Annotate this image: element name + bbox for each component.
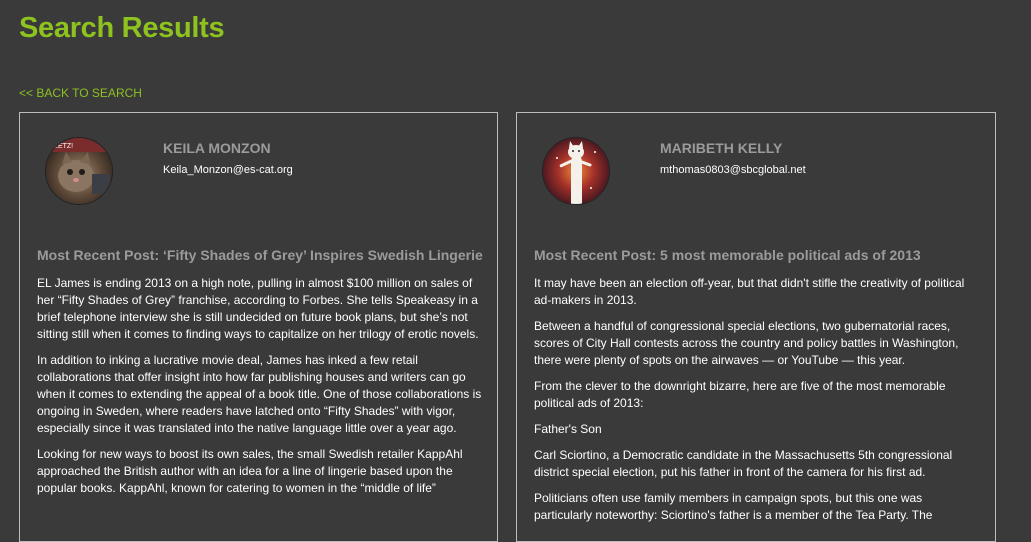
result-card: MARIBETH KELLY mthomas0803@sbcglobal.net… xyxy=(516,112,996,542)
post-paragraph: EL James is ending 2013 on a high note, … xyxy=(37,276,479,341)
page-title: Search Results xyxy=(19,12,225,44)
post-paragraph: Politicians often use family members in … xyxy=(534,491,933,522)
svg-text:FEETZ!: FEETZ! xyxy=(49,143,73,150)
avatar[interactable] xyxy=(542,137,610,205)
kitten-avatar-icon: FEETZ! xyxy=(46,138,112,204)
post-body: EL James is ending 2013 on a high note, … xyxy=(37,275,483,506)
post-paragraph: Between a handful of congressional speci… xyxy=(534,319,959,367)
back-to-search-link[interactable]: << BACK TO SEARCH xyxy=(19,86,142,100)
post-title[interactable]: Most Recent Post: ‘Fifty Shades of Grey’… xyxy=(37,247,485,263)
result-card: FEETZ! KEILA MONZON Keila_Monzon@es-cat.… xyxy=(19,112,498,542)
post-paragraph: In addition to inking a lucrative movie … xyxy=(37,353,482,435)
post-paragraph: It may have been an election off-year, b… xyxy=(534,276,965,307)
post-paragraph: From the clever to the downright bizarre… xyxy=(534,379,946,410)
longcat-avatar-icon xyxy=(543,138,609,204)
user-email: mthomas0803@sbcglobal.net xyxy=(660,164,806,176)
post-paragraph: Carl Sciortino, a Democratic candidate i… xyxy=(534,448,953,479)
user-email: Keila_Monzon@es-cat.org xyxy=(163,164,293,176)
post-paragraph: Father's Son xyxy=(534,422,602,436)
user-name[interactable]: KEILA MONZON xyxy=(163,140,271,156)
post-title[interactable]: Most Recent Post: 5 most memorable polit… xyxy=(534,247,983,263)
avatar[interactable]: FEETZ! xyxy=(45,137,113,205)
post-body: It may have been an election off-year, b… xyxy=(534,275,981,533)
post-paragraph: Looking for new ways to boost its own sa… xyxy=(37,447,463,495)
user-name[interactable]: MARIBETH KELLY xyxy=(660,140,782,156)
